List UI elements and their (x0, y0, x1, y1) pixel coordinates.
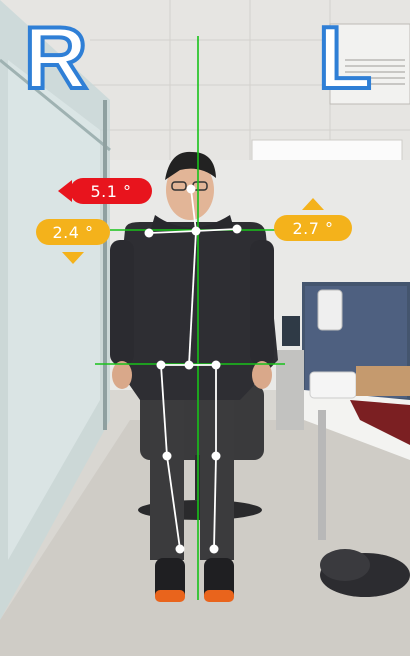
joint-left-shoulder (232, 224, 242, 234)
head-tilt-badge: 5.1 ° (70, 178, 152, 204)
joint-right-knee (162, 451, 172, 461)
left-shoulder-value: 2.7 ° (292, 218, 334, 238)
right-shoulder-badge: 2.4 ° (36, 219, 110, 245)
joint-right-shoulder (144, 228, 154, 238)
joint-neck (191, 226, 201, 236)
head-tilt-value: 5.1 ° (90, 181, 132, 201)
left-side-label: L (316, 8, 374, 107)
right-shoulder-value: 2.4 ° (52, 222, 94, 242)
ceiling-light (251, 139, 403, 163)
joint-right-hip (156, 360, 166, 370)
right-side-label: R (22, 8, 90, 107)
joint-mid-hip (184, 360, 194, 370)
joint-right-ankle (175, 544, 185, 554)
desk-phone (317, 289, 343, 331)
left-shoulder-badge: 2.7 ° (274, 215, 352, 241)
joint-left-hip (211, 360, 221, 370)
joint-left-knee (211, 451, 221, 461)
joint-head (186, 184, 196, 194)
joint-left-ankle (209, 544, 219, 554)
